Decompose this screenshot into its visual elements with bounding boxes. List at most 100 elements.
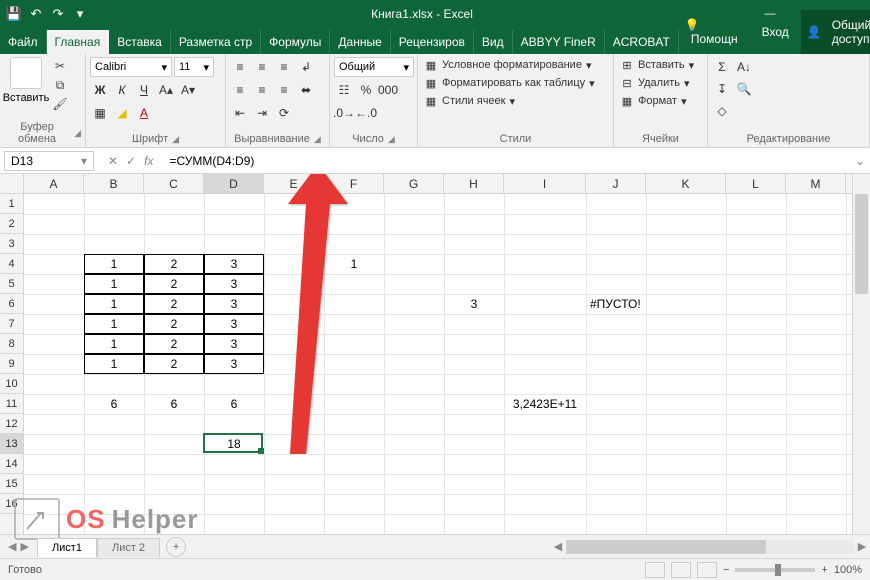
increase-decimal-button[interactable]: .0→ (334, 103, 354, 123)
column-header-E[interactable]: E (264, 174, 324, 193)
alignment-dialog-launcher[interactable]: ◢ (314, 134, 321, 145)
cell-B6[interactable]: 1 (84, 294, 144, 314)
tab-file[interactable]: Файл (0, 30, 47, 54)
vertical-scrollbar[interactable] (852, 174, 870, 534)
zoom-in-button[interactable]: + (821, 564, 827, 576)
row-header-15[interactable]: 15 (0, 474, 23, 494)
qat-undo[interactable]: ↶ (28, 6, 44, 22)
wrap-text-button[interactable]: ↲ (296, 57, 316, 77)
row-header-13[interactable]: 13 (0, 434, 23, 454)
expand-formula-bar[interactable]: ⌄ (850, 154, 870, 168)
copy-button[interactable]: ⧉ (51, 76, 69, 94)
cell-H6[interactable]: 3 (444, 294, 504, 314)
underline-button[interactable]: Ч (134, 80, 154, 100)
tab-home[interactable]: Главная (47, 30, 110, 54)
cell-D11[interactable]: 6 (204, 394, 264, 414)
tab-formulas[interactable]: Формулы (261, 30, 330, 54)
paste-button[interactable]: Вставить (4, 57, 48, 104)
row-header-7[interactable]: 7 (0, 314, 23, 334)
row-header-1[interactable]: 1 (0, 194, 23, 214)
accounting-format-button[interactable]: ☷ (334, 80, 354, 100)
qat-redo[interactable]: ↷ (50, 6, 66, 22)
zoom-level[interactable]: 100% (834, 564, 862, 576)
row-header-10[interactable]: 10 (0, 374, 23, 394)
number-dialog-launcher[interactable]: ◢ (388, 134, 395, 145)
tab-abbyy[interactable]: ABBYY FineR (513, 30, 605, 54)
zoom-out-button[interactable]: − (723, 564, 729, 576)
formula-input[interactable]: =СУММ(D4:D9) (163, 154, 850, 168)
align-top-button[interactable]: ≡ (230, 57, 250, 77)
column-header-D[interactable]: D (204, 174, 264, 193)
format-cells-button[interactable]: ▦Формат ▾ (618, 93, 689, 109)
row-header-2[interactable]: 2 (0, 214, 23, 234)
decrease-indent-button[interactable]: ⇤ (230, 103, 250, 123)
autosum-button[interactable]: Σ (712, 57, 732, 77)
fill-button[interactable]: ↧ (712, 79, 732, 99)
share-button[interactable]: 👤 Общий доступ (801, 10, 870, 54)
column-header-K[interactable]: K (646, 174, 726, 193)
view-page-layout-button[interactable] (671, 562, 691, 578)
enter-formula-button[interactable]: ✓ (126, 154, 136, 168)
cell-C5[interactable]: 2 (144, 274, 204, 294)
cell-B9[interactable]: 1 (84, 354, 144, 374)
column-header-L[interactable]: L (726, 174, 786, 193)
column-header-B[interactable]: B (84, 174, 144, 193)
tab-view[interactable]: Вид (474, 30, 513, 54)
font-dialog-launcher[interactable]: ◢ (172, 134, 179, 145)
cell-J6[interactable]: #ПУСТО! (586, 294, 646, 314)
format-painter-button[interactable]: 🖌 (51, 95, 69, 113)
cancel-formula-button[interactable]: ✕ (108, 154, 118, 168)
horizontal-scrollbar[interactable]: ◀▶ (550, 540, 870, 554)
format-as-table-button[interactable]: ▦Форматировать как таблицу ▾ (422, 75, 597, 91)
increase-font-button[interactable]: A▴ (156, 80, 176, 100)
borders-button[interactable]: ▦ (90, 103, 110, 123)
tab-data[interactable]: Данные (330, 30, 390, 54)
view-normal-button[interactable] (645, 562, 665, 578)
cell-B8[interactable]: 1 (84, 334, 144, 354)
column-header-M[interactable]: M (786, 174, 846, 193)
column-header-H[interactable]: H (444, 174, 504, 193)
cell-B11[interactable]: 6 (84, 394, 144, 414)
column-header-I[interactable]: I (504, 174, 586, 193)
cell-B5[interactable]: 1 (84, 274, 144, 294)
select-all-triangle[interactable] (0, 174, 24, 194)
cell-D9[interactable]: 3 (204, 354, 264, 374)
cell-C6[interactable]: 2 (144, 294, 204, 314)
number-format-combo[interactable]: Общий▾ (334, 57, 414, 77)
font-name-combo[interactable]: Calibri▾ (90, 57, 172, 77)
insert-cells-button[interactable]: ⊞Вставить ▾ (618, 57, 696, 73)
sort-filter-button[interactable]: A↓ (734, 57, 754, 77)
italic-button[interactable]: К (112, 80, 132, 100)
comma-format-button[interactable]: 000 (378, 80, 398, 100)
cell-C4[interactable]: 2 (144, 254, 204, 274)
tab-acrobat[interactable]: ACROBAT (605, 30, 679, 54)
column-header-A[interactable]: A (24, 174, 84, 193)
cell-C7[interactable]: 2 (144, 314, 204, 334)
column-header-F[interactable]: F (324, 174, 384, 193)
row-header-9[interactable]: 9 (0, 354, 23, 374)
fill-color-button[interactable]: ◢ (112, 103, 132, 123)
orientation-button[interactable]: ⟳ (274, 103, 294, 123)
tell-me[interactable]: 💡 Помощн (679, 14, 750, 50)
sheet-tab-2[interactable]: Лист 2 (97, 538, 160, 557)
decrease-font-button[interactable]: A▾ (178, 80, 198, 100)
cell-C9[interactable]: 2 (144, 354, 204, 374)
font-size-combo[interactable]: 11▾ (174, 57, 214, 77)
cell-D5[interactable]: 3 (204, 274, 264, 294)
sheet-nav-next[interactable]: ▶ (20, 540, 28, 553)
cell-D4[interactable]: 3 (204, 254, 264, 274)
row-header-8[interactable]: 8 (0, 334, 23, 354)
fx-button[interactable]: fx (144, 154, 153, 168)
align-left-button[interactable]: ≡ (230, 80, 250, 100)
sign-in[interactable]: Вход (756, 21, 795, 43)
percent-format-button[interactable]: % (356, 80, 376, 100)
row-header-5[interactable]: 5 (0, 274, 23, 294)
font-color-button[interactable]: A (134, 103, 154, 123)
row-header-12[interactable]: 12 (0, 414, 23, 434)
cell-D7[interactable]: 3 (204, 314, 264, 334)
cut-button[interactable]: ✂ (51, 57, 69, 75)
row-header-14[interactable]: 14 (0, 454, 23, 474)
qat-save[interactable]: 💾 (6, 6, 22, 22)
bold-button[interactable]: Ж (90, 80, 110, 100)
conditional-formatting-button[interactable]: ▦Условное форматирование ▾ (422, 57, 593, 73)
